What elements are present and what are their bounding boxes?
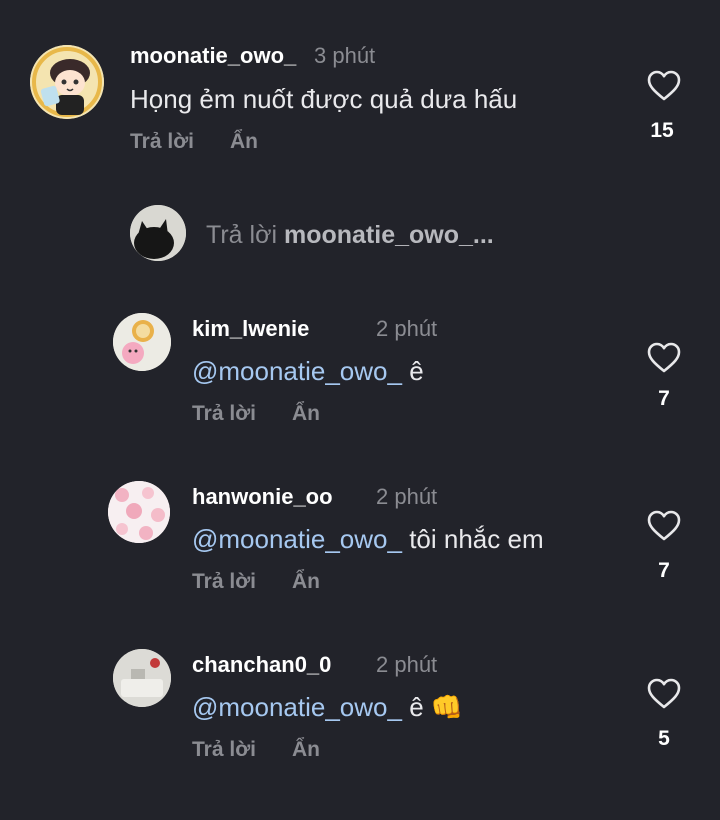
reply-button[interactable]: Trả lời [130,130,194,154]
commenter-avatar[interactable] [30,45,104,119]
comment-username[interactable]: moonatie_owo_ [130,43,296,69]
avatar-pink-pattern-icon [108,481,170,543]
hide-button[interactable]: Ẩn [292,570,320,594]
avatar-black-cat-icon [130,205,186,261]
reply-button[interactable]: Trả lời [192,570,256,594]
reply-button[interactable]: Trả lời [192,402,256,426]
like-heart-icon[interactable] [647,510,681,542]
reply-avatar[interactable] [108,481,170,543]
hide-button[interactable]: Ẩn [292,738,320,762]
like-count: 7 [658,387,670,410]
reply-input[interactable]: Trả lời moonatie_owo_... [206,221,494,250]
like-count: 15 [650,119,674,142]
hide-button[interactable]: Ẩn [230,130,258,154]
comment-text: Họng ẻm nuốt được quả dưa hấu [130,84,518,114]
reply-avatar[interactable] [113,313,171,371]
fist-emoji-icon: 👊 [430,692,464,722]
hide-button[interactable]: Ẩn [292,402,320,426]
reply-username[interactable]: hanwonie_oo [192,484,333,510]
reply-message: ê [401,692,431,722]
comment-time: 3 phút [314,43,376,68]
reply-avatar[interactable] [113,649,171,707]
like-heart-icon[interactable] [647,678,681,710]
reply-message: ê [401,356,424,386]
reply-text: @moonatie_owo_ tôi nhắc em [192,524,544,555]
current-user-avatar [130,205,186,261]
reply-button[interactable]: Trả lời [192,738,256,762]
reply-input-target: moonatie_owo_... [283,221,494,249]
comment-thread: { "colors": { "background": "#22232a", "… [0,0,720,820]
mention-link[interactable]: @moonatie_owo_ [192,356,402,386]
mention-link[interactable]: @moonatie_owo_ [192,692,402,722]
reply-input-prefix: Trả lời [206,221,278,249]
avatar-plush-toys-icon [113,313,171,371]
mention-link[interactable]: @moonatie_owo_ [192,524,402,554]
avatar-desk-photo-icon [113,649,171,707]
reply-time: 2 phút [376,484,438,509]
reply-text: @moonatie_owo_ ê 👊 [192,692,463,723]
like-heart-icon[interactable] [647,70,681,102]
reply-username[interactable]: kim_lwenie [192,316,309,342]
reply-text: @moonatie_owo_ ê [192,356,424,387]
like-count: 5 [658,727,670,750]
reply-time: 2 phút [376,652,438,677]
like-heart-icon[interactable] [647,342,681,374]
reply-time: 2 phút [376,316,438,341]
reply-message: tôi nhắc em [401,524,544,554]
avatar-cartoon-boy-icon [30,45,104,119]
reply-username[interactable]: chanchan0_0 [192,652,331,678]
like-count: 7 [658,559,670,582]
